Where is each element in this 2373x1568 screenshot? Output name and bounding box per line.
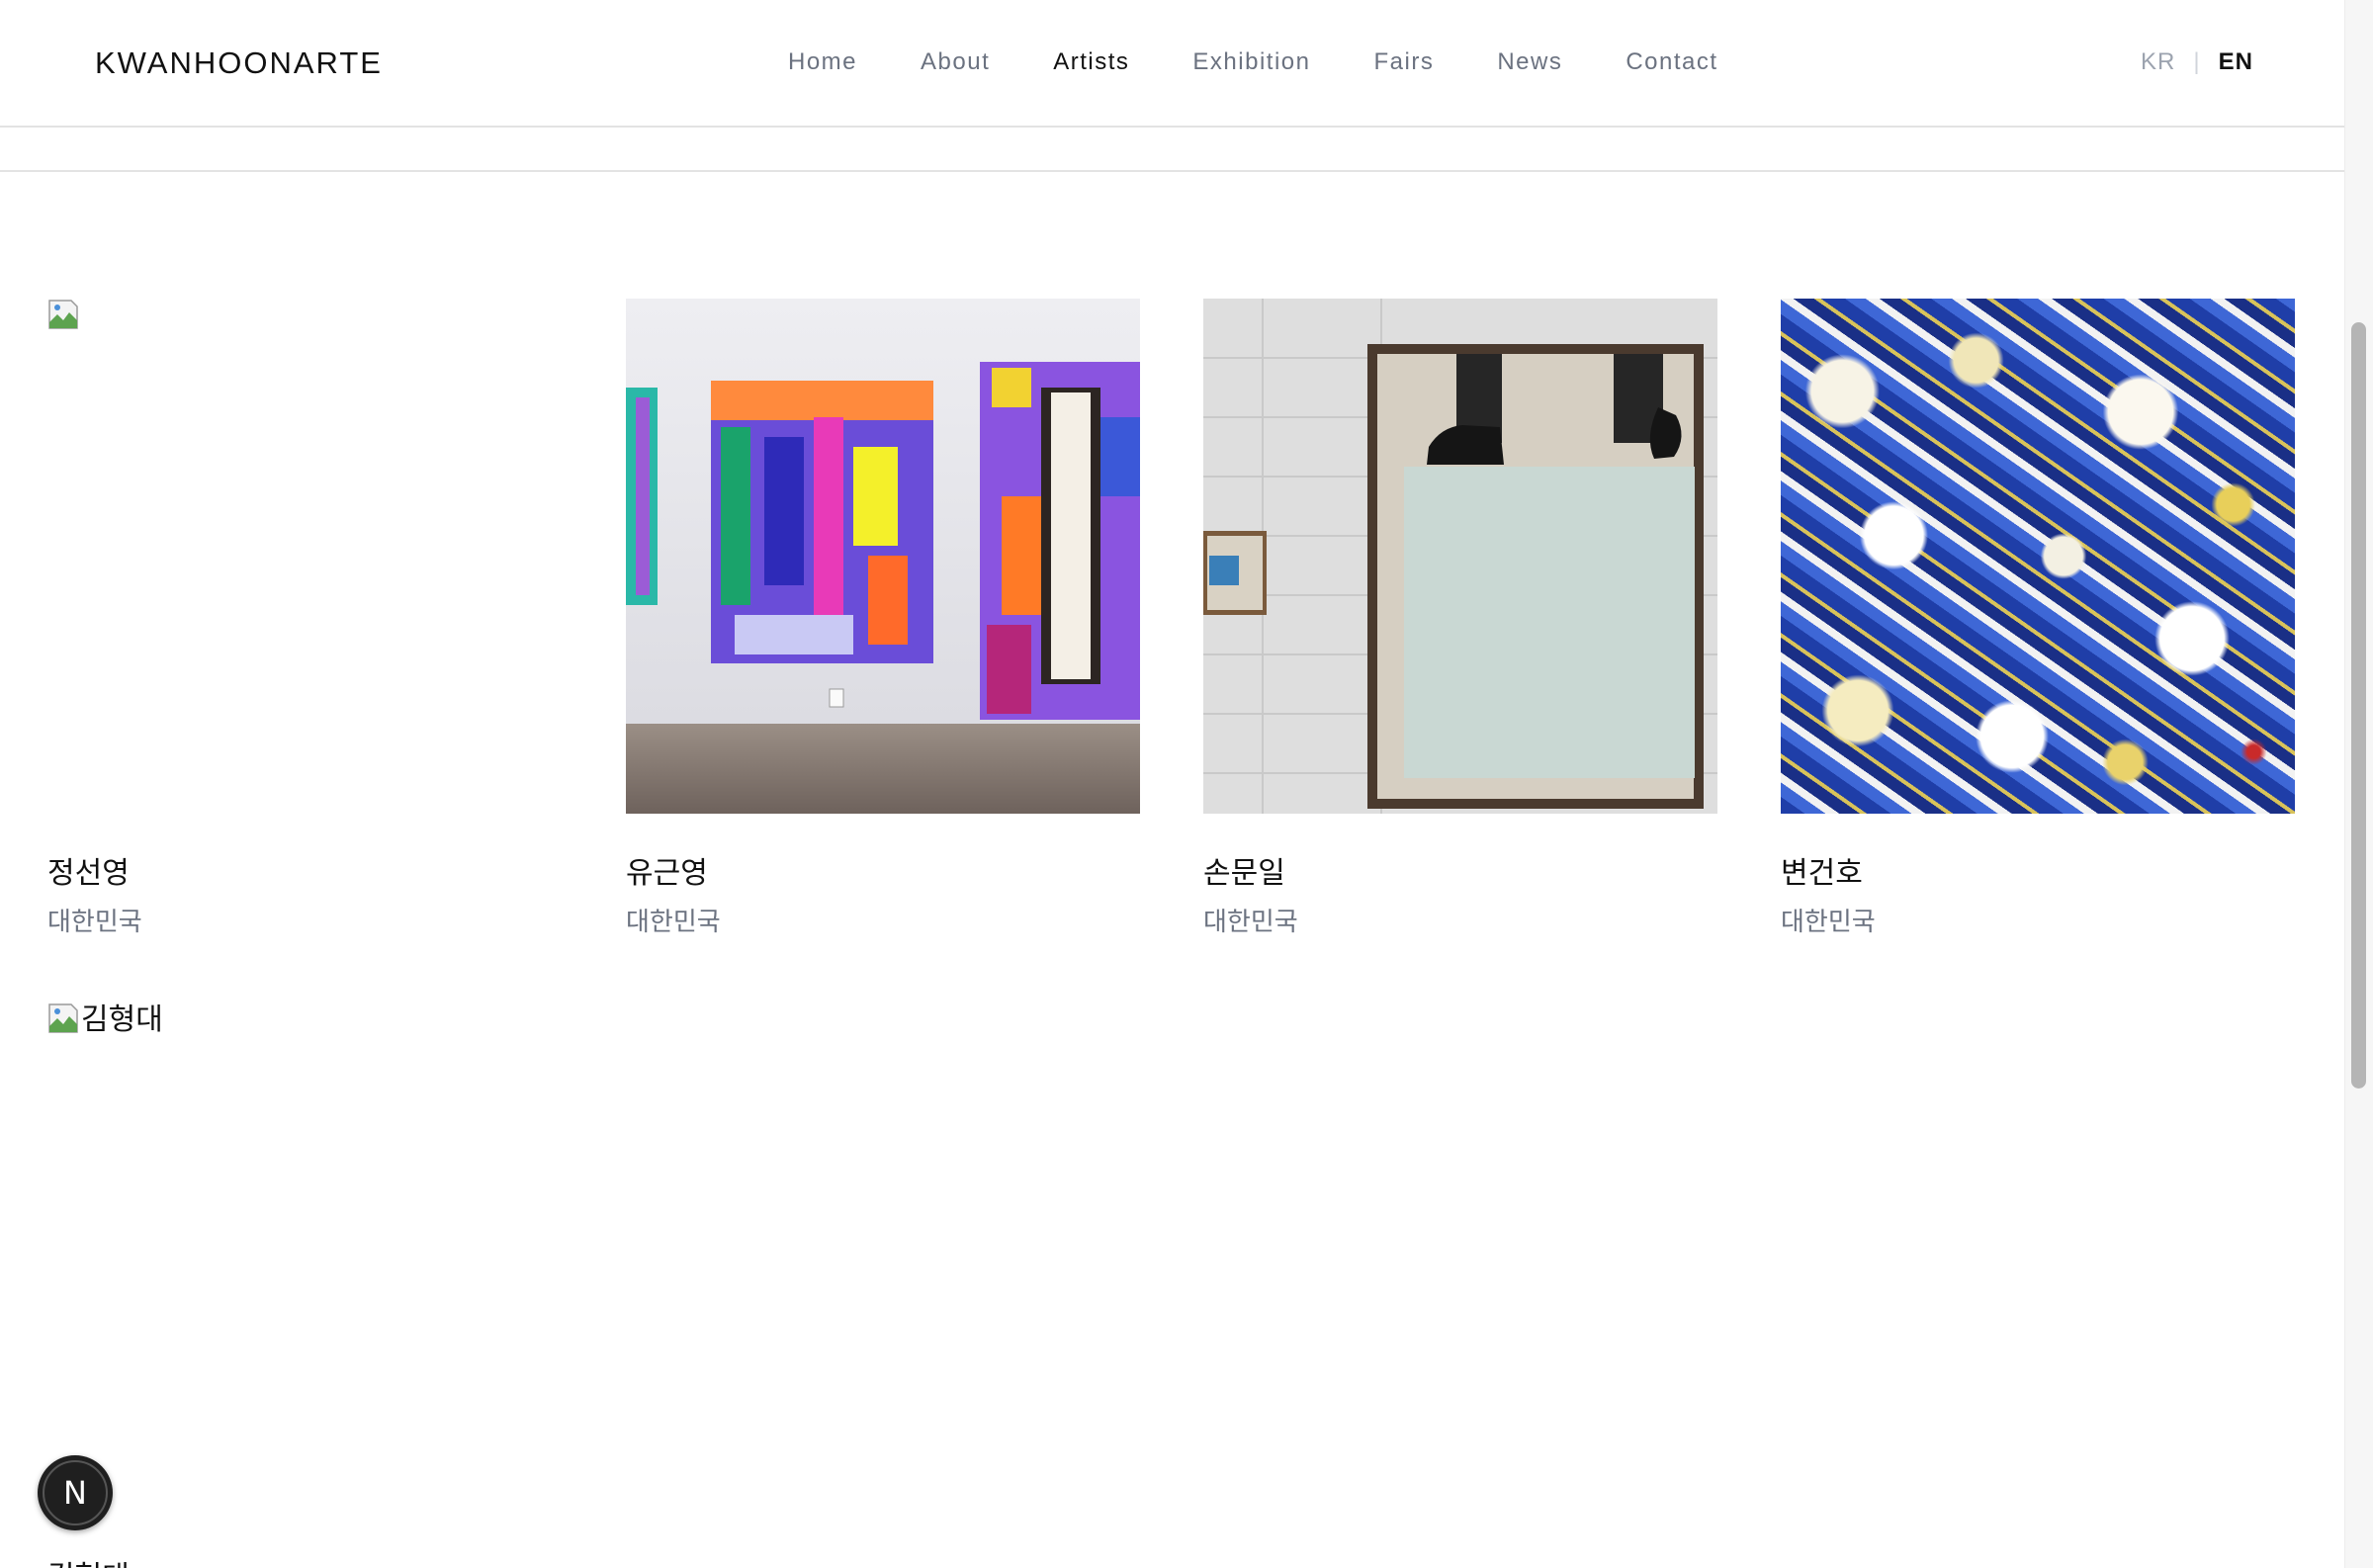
next-devtools-button[interactable]: N: [38, 1455, 113, 1530]
artist-image[interactable]: [47, 299, 562, 814]
artist-country: 대한민국: [1203, 907, 1298, 936]
lang-separator: |: [2193, 48, 2201, 75]
artist-card[interactable]: 손문일 대한민국: [1203, 299, 1717, 941]
artist-image[interactable]: [626, 299, 1140, 814]
artist-country: 대한민국: [626, 907, 721, 936]
artist-name[interactable]: 김형대: [47, 1552, 130, 1568]
site-header: KWANHOONARTE Home About Artists Exhibiti…: [0, 0, 2344, 128]
subheader-divider: [0, 170, 2344, 172]
nav-artists[interactable]: Artists: [1053, 48, 1129, 76]
nav-home[interactable]: Home: [788, 48, 857, 76]
n-icon: N: [63, 1474, 87, 1512]
lang-kr[interactable]: KR: [2141, 48, 2175, 76]
nav-exhibition[interactable]: Exhibition: [1192, 48, 1310, 76]
artist-image[interactable]: [1781, 299, 2295, 814]
framed-painting-image: [1203, 299, 1717, 814]
artist-card[interactable]: 유근영 대한민국: [626, 299, 1140, 941]
artist-image[interactable]: [1203, 299, 1717, 814]
artist-name[interactable]: 유근영: [626, 848, 708, 892]
main-nav: Home About Artists Exhibition Fairs News…: [788, 48, 1782, 76]
artist-country: 대한민국: [1781, 907, 1876, 936]
artist-image[interactable]: 김형대: [47, 1002, 562, 1042]
lang-en[interactable]: EN: [2219, 48, 2253, 76]
nav-about[interactable]: About: [921, 48, 990, 76]
nav-contact[interactable]: Contact: [1626, 48, 1717, 76]
broken-image-icon: [48, 1003, 78, 1033]
artist-country: 대한민국: [47, 907, 142, 936]
artist-card[interactable]: 정선영 대한민국: [47, 299, 562, 941]
artist-card[interactable]: 변건호 대한민국: [1781, 299, 2295, 941]
nav-news[interactable]: News: [1497, 48, 1562, 76]
gallery-installation-image: [626, 299, 1140, 814]
artist-name[interactable]: 정선영: [47, 848, 130, 892]
broken-image-icon: [48, 300, 78, 329]
artist-name[interactable]: 변건호: [1781, 848, 1863, 892]
language-switcher: KR | EN: [2141, 48, 2253, 76]
nav-fairs[interactable]: Fairs: [1373, 48, 1434, 76]
image-alt-text: 김형대: [81, 1003, 163, 1036]
artist-name[interactable]: 손문일: [1203, 848, 1285, 892]
scrollbar-thumb[interactable]: [2351, 322, 2366, 1089]
site-logo[interactable]: KWANHOONARTE: [95, 45, 383, 81]
artist-card[interactable]: 김형대 김형대: [47, 1002, 562, 1568]
